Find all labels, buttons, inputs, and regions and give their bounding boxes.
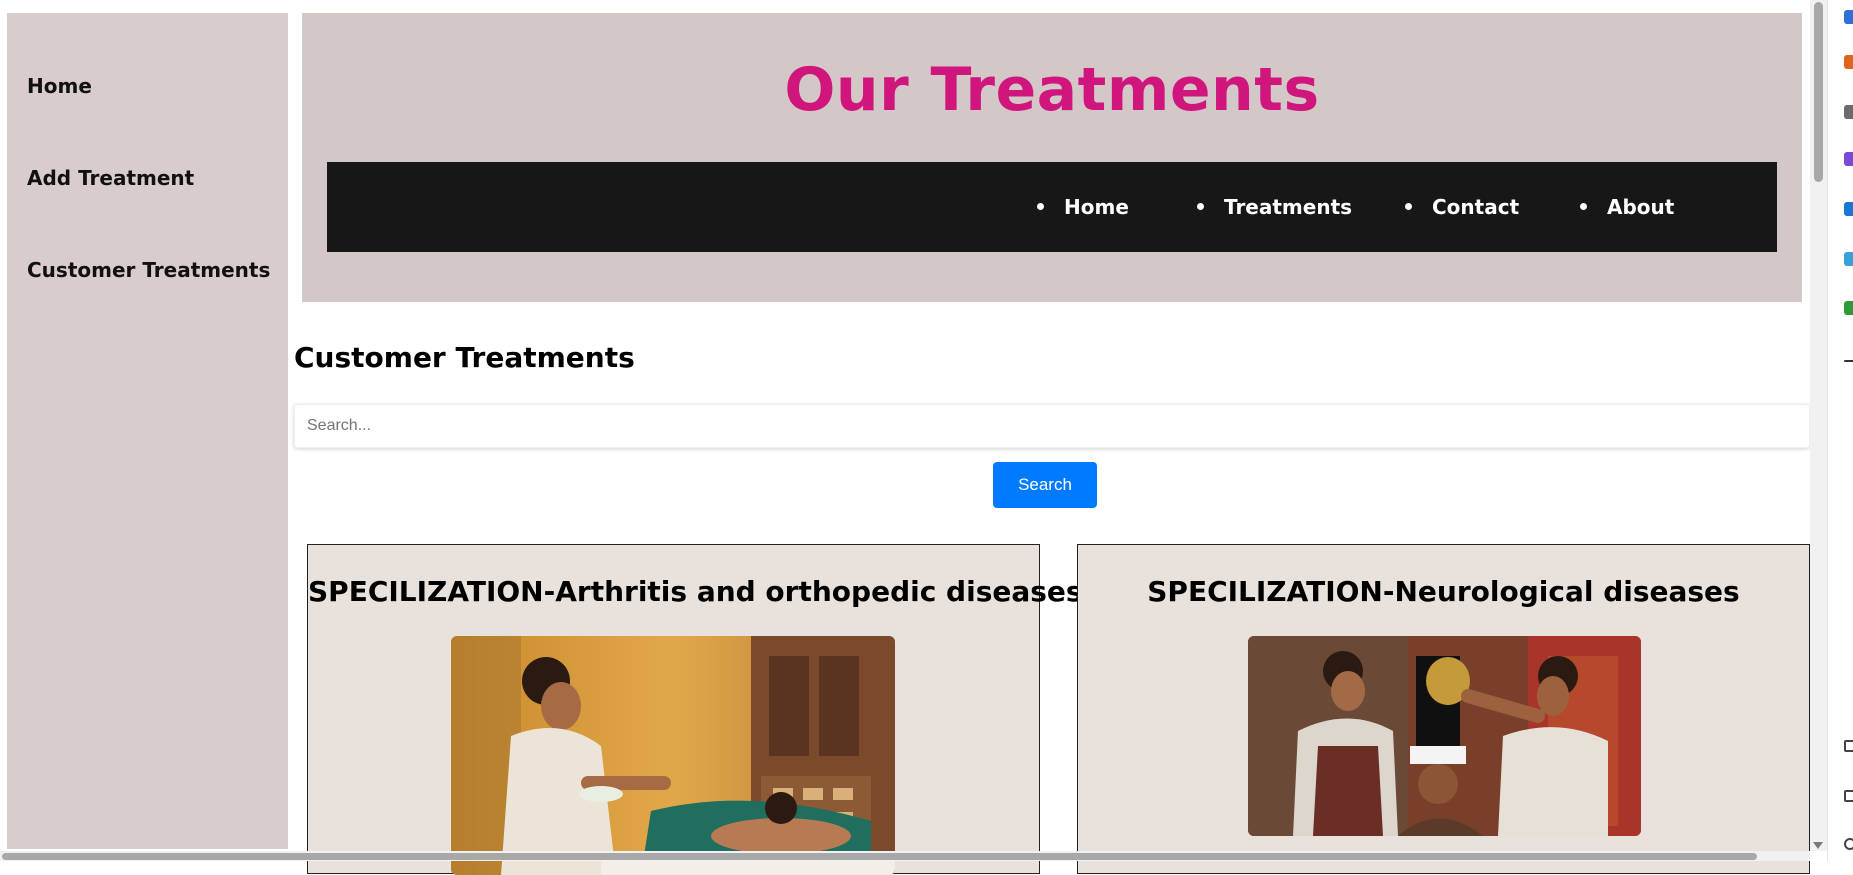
sidebar-item-add-treatment[interactable]: Add Treatment [27, 166, 194, 190]
scroll-down-arrow-icon[interactable] [1813, 842, 1823, 849]
sidebar-item-customer-treatments[interactable]: Customer Treatments [27, 258, 270, 282]
horizontal-scrollbar[interactable] [0, 851, 1810, 861]
sidebar: Home Add Treatment Customer Treatments [7, 13, 288, 849]
treatment-image-massage [451, 636, 895, 875]
vertical-scrollbar-thumb[interactable] [1814, 2, 1823, 182]
nav-item-treatments[interactable]: Treatments [1197, 162, 1352, 252]
extension-icon-orange[interactable] [1844, 55, 1853, 69]
horizontal-scrollbar-thumb[interactable] [2, 853, 1757, 860]
treatment-image-head-therapy [1248, 636, 1641, 836]
nav-item-label: Contact [1432, 195, 1520, 219]
extension-icon-settings[interactable] [1844, 838, 1853, 850]
nav-item-label: Treatments [1224, 195, 1353, 219]
card-title: SPECILIZATION-Neurological diseases [1147, 575, 1740, 608]
head-therapy-photo-illustration [1248, 636, 1641, 836]
search-button[interactable]: Search [993, 462, 1097, 508]
extension-icon-funnel[interactable] [1844, 252, 1853, 266]
page-header: Our Treatments Home Treatments Contact A… [302, 13, 1802, 302]
nav-item-label: About [1607, 195, 1675, 219]
vertical-scrollbar[interactable] [1810, 0, 1827, 851]
bullet-icon [1197, 203, 1204, 210]
sidebar-item-home[interactable]: Home [27, 74, 92, 98]
massage-photo-illustration [451, 636, 895, 875]
extension-icon-window[interactable] [1844, 740, 1853, 752]
site-title: Our Treatments [784, 55, 1320, 125]
bullet-icon [1580, 203, 1587, 210]
extension-icon-copy[interactable] [1844, 790, 1853, 802]
extension-icon-blue[interactable] [1844, 10, 1853, 24]
nav-item-label: Home [1064, 195, 1129, 219]
bullet-icon [1037, 203, 1044, 210]
nav-item-home[interactable]: Home [1037, 162, 1129, 252]
extension-icon-gray[interactable] [1844, 105, 1853, 119]
card-title: SPECILIZATION-Arthritis and orthopedic d… [308, 575, 1083, 608]
extension-icon-green[interactable] [1844, 301, 1853, 315]
extension-icon-plus[interactable] [1844, 360, 1853, 362]
treatment-card-arthritis: SPECILIZATION-Arthritis and orthopedic d… [307, 544, 1083, 875]
browser-side-panel [1827, 0, 1853, 861]
section-heading: Customer Treatments [294, 341, 635, 374]
top-navbar: Home Treatments Contact About [327, 162, 1777, 252]
search-input[interactable] [294, 404, 1810, 448]
nav-item-contact[interactable]: Contact [1405, 162, 1519, 252]
extension-icon-outlook[interactable] [1844, 202, 1853, 216]
treatment-card-neurological: SPECILIZATION-Neurological diseases [1077, 544, 1810, 874]
nav-item-about[interactable]: About [1580, 162, 1674, 252]
extension-icon-purple[interactable] [1844, 152, 1853, 166]
bullet-icon [1405, 203, 1412, 210]
